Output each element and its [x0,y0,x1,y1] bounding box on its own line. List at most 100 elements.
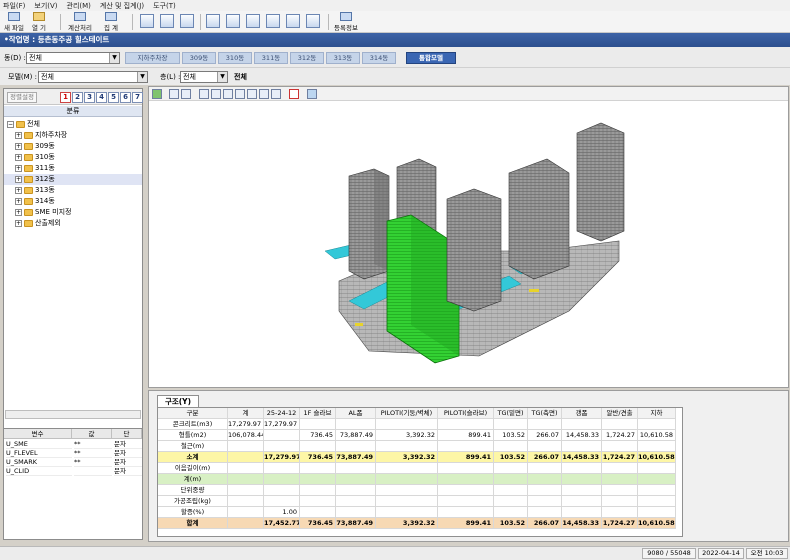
grid-cell[interactable] [376,474,438,485]
grid-cell[interactable]: 266.07 [528,430,562,441]
view-cube7-icon[interactable] [271,89,281,99]
grid-cell[interactable] [528,496,562,507]
sort-settings-button[interactable]: 정렬설정 [7,92,37,103]
grid-cell[interactable] [602,441,638,452]
sheet1-icon[interactable] [206,14,220,28]
expand-icon[interactable]: + [15,131,22,139]
sheet3-icon[interactable] [246,14,260,28]
grid-cell[interactable] [300,485,336,496]
grid-cell[interactable] [438,474,494,485]
tab-structure[interactable]: 구조(Y) [157,395,199,407]
tab-dong[interactable]: 309동 [182,52,216,64]
expand-icon[interactable]: + [15,219,22,227]
grid-cell[interactable]: 1,724.27 [602,430,638,441]
sheet6-icon[interactable] [306,14,320,28]
report-icon[interactable] [140,14,154,28]
dong-select[interactable]: 전체 ▼ [26,52,120,64]
tab-dong[interactable]: 지하주차장 [125,52,180,64]
row-label[interactable]: 이음길이(m) [158,463,228,474]
grid-cell[interactable]: 899.41 [438,518,494,529]
grid-cell[interactable] [336,419,376,430]
grid-cell[interactable] [528,485,562,496]
grid-cell[interactable] [602,419,638,430]
grid-cell[interactable] [336,496,376,507]
tab-dong[interactable]: 312동 [290,52,324,64]
open-button[interactable]: 열 기 [32,12,46,32]
tab-dong[interactable]: 311동 [254,52,288,64]
level-button[interactable]: 6 [120,92,131,103]
tree-item[interactable]: +312동 [4,174,142,185]
view-cube6-icon[interactable] [259,89,269,99]
expand-icon[interactable]: + [15,175,22,183]
grid-cell[interactable]: 103.52 [494,452,528,463]
grid-cell[interactable] [376,507,438,518]
grid-cell[interactable]: 103.52 [494,430,528,441]
new-file-button[interactable]: 새 파일 [4,12,24,32]
grid-cell[interactable] [528,507,562,518]
grid-cell[interactable]: 17,452.77 [264,518,300,529]
grid-cell[interactable]: 1.00 [264,507,300,518]
grid-cell[interactable] [602,463,638,474]
grid-cell[interactable] [562,507,602,518]
grid-cell[interactable] [638,507,676,518]
horizontal-scrollbar[interactable] [5,410,141,419]
tab-dong[interactable]: 314동 [362,52,396,64]
grid-cell[interactable] [300,441,336,452]
tab-dong[interactable]: 310동 [218,52,252,64]
grid-cell[interactable] [264,441,300,452]
row-label[interactable]: 단위중량 [158,485,228,496]
view-cube3-icon[interactable] [223,89,233,99]
grid-cell[interactable] [336,441,376,452]
grid-cell[interactable] [528,441,562,452]
row-label[interactable]: 철근(m) [158,441,228,452]
floor-select[interactable]: 전체 ▼ [180,71,228,83]
sheet2-icon[interactable] [226,14,240,28]
grid-cell[interactable] [562,441,602,452]
level-button[interactable]: 1 [60,92,71,103]
grid-cell[interactable] [638,463,676,474]
expand-icon[interactable]: + [15,142,22,150]
register-button[interactable]: 등록정보 [334,12,358,32]
grid-cell[interactable] [638,419,676,430]
view-cube4-icon[interactable] [235,89,245,99]
level-button[interactable]: 5 [108,92,119,103]
grid-cell[interactable] [376,496,438,507]
grid-cell[interactable] [336,474,376,485]
level-button[interactable]: 4 [96,92,107,103]
grid-cell[interactable]: 899.41 [438,430,494,441]
tree-item[interactable]: + 산출제외 [4,218,142,229]
grid-cell[interactable] [562,419,602,430]
grid-cell[interactable]: 899.41 [438,452,494,463]
grid-cell[interactable] [228,474,264,485]
grid-cell[interactable]: 106,078.44 [228,430,264,441]
view-cube1-icon[interactable] [199,89,209,99]
grid-cell[interactable] [562,463,602,474]
grid-cell[interactable]: 17,279.97 [228,419,264,430]
grid-cell[interactable] [494,474,528,485]
grid-cell[interactable]: 3,392.32 [376,518,438,529]
sheet4-icon[interactable] [266,14,280,28]
expand-icon[interactable]: + [15,197,22,205]
grid-cell[interactable] [376,485,438,496]
view-cube5-icon[interactable] [247,89,257,99]
grid-cell[interactable] [336,463,376,474]
row-label[interactable]: 합계 [158,518,228,529]
grid-cell[interactable] [300,507,336,518]
grid-cell[interactable] [528,419,562,430]
grid-cell[interactable] [264,463,300,474]
model-select[interactable]: 전체 ▼ [38,71,148,83]
report2-icon[interactable] [160,14,174,28]
grid-cell[interactable]: 14,458.33 [562,452,602,463]
menu-tools[interactable]: 도구(T) [153,1,176,11]
grid-cell[interactable]: 10,610.58 [638,452,676,463]
grid-cell[interactable] [300,463,336,474]
grid-cell[interactable] [336,485,376,496]
grid-cell[interactable] [228,463,264,474]
grid-cell[interactable] [494,441,528,452]
menu-file[interactable]: 파일(F) [3,1,25,11]
grid-cell[interactable] [264,474,300,485]
row-label[interactable]: 형틀(m2) [158,430,228,441]
grid-cell[interactable]: 266.07 [528,452,562,463]
grid-cell[interactable] [438,419,494,430]
grid-cell[interactable] [228,496,264,507]
